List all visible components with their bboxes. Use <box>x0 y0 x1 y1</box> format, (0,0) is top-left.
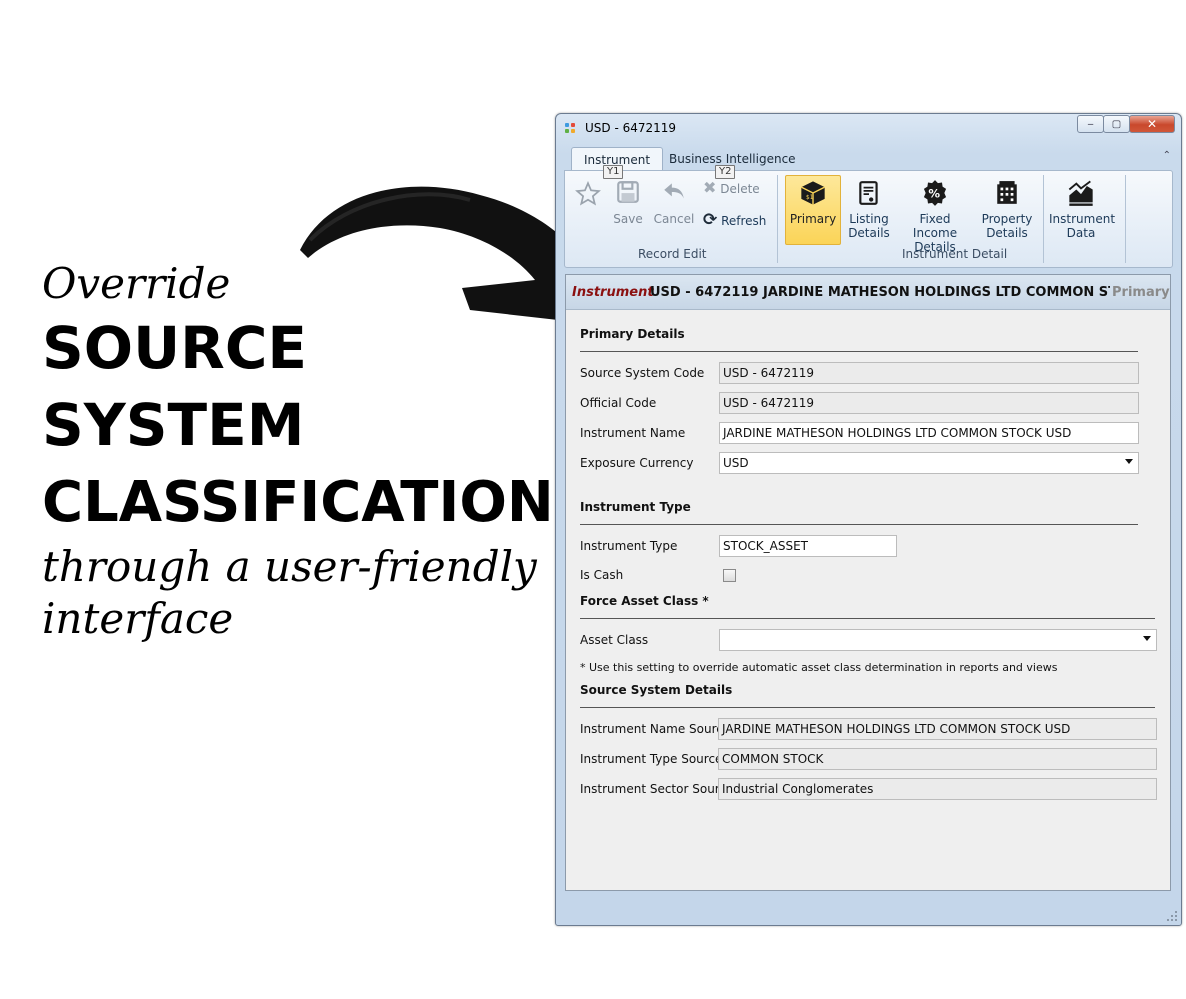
asset-class-select[interactable] <box>719 629 1157 651</box>
official-code-label: Official Code <box>580 396 657 410</box>
instrument-data-button[interactable]: Instrument Data <box>1049 179 1116 240</box>
instrument-name-source-field: JARDINE MATHESON HOLDINGS LTD COMMON STO… <box>718 718 1157 740</box>
source-system-code-field: USD - 6472119 <box>719 362 1139 384</box>
primary-button[interactable]: $1 Primary <box>785 179 841 226</box>
svg-text:$1: $1 <box>806 195 814 201</box>
ribbon-separator <box>1125 175 1126 263</box>
chevron-down-icon <box>1143 636 1151 641</box>
instrument-type-label: Instrument Type <box>580 539 678 553</box>
instrument-type-input[interactable]: STOCK_ASSET <box>719 535 897 557</box>
maximize-button[interactable]: ▢ <box>1103 115 1130 133</box>
instrument-sector-source-label: Instrument Sector Source <box>580 782 734 796</box>
delete-button[interactable]: ✖ Delete <box>703 178 761 197</box>
x-icon: ✖ <box>703 178 717 197</box>
window-controls: ‒ ▢ ✕ <box>1077 115 1175 133</box>
exposure-currency-label: Exposure Currency <box>580 456 694 470</box>
app-window: USD - 6472119 ‒ ▢ ✕ Instrument Business … <box>555 113 1182 926</box>
box-icon: $1 <box>801 181 825 205</box>
minimize-button[interactable]: ‒ <box>1077 115 1104 133</box>
section-source-system-details: Source System Details <box>580 683 733 697</box>
section-primary-details: Primary Details <box>580 327 685 341</box>
ribbon-separator <box>1043 175 1044 263</box>
divider <box>580 524 1138 525</box>
title-bar[interactable]: USD - 6472119 ‒ ▢ ✕ <box>556 114 1181 142</box>
instrument-type-source-label: Instrument Type Source <box>580 752 723 766</box>
divider <box>580 351 1138 352</box>
keytip-y2: Y2 <box>715 165 736 179</box>
divider <box>580 707 1155 708</box>
is-cash-checkbox[interactable] <box>723 569 736 582</box>
promo-line-classification: CLASSIFICATION <box>42 470 554 535</box>
property-details-button[interactable]: Property Details <box>977 179 1037 240</box>
ribbon: Y1 Y2 Save Cancel ✖ Delete ⟳ Refresh Rec… <box>564 165 1173 268</box>
svg-text:%: % <box>928 187 940 201</box>
listing-details-button[interactable]: Listing Details <box>846 179 892 240</box>
instrument-name-source-label: Instrument Name Source <box>580 722 731 736</box>
section-force-asset-class: Force Asset Class * <box>580 594 709 608</box>
is-cash-label: Is Cash <box>580 568 624 582</box>
exposure-currency-value: USD <box>723 456 749 470</box>
promo-line-interface: interface <box>42 594 234 643</box>
undo-arrow-icon <box>664 183 684 199</box>
resize-grip-icon[interactable] <box>1167 911 1177 921</box>
section-instrument-type: Instrument Type <box>580 500 691 514</box>
instrument-type-source-field: COMMON STOCK <box>718 748 1157 770</box>
listing-label-1: Listing <box>849 212 889 226</box>
star-icon <box>575 180 601 206</box>
ribbon-separator <box>777 175 778 263</box>
source-system-code-label: Source System Code <box>580 366 705 380</box>
ribbon-collapse-icon[interactable]: ⌃ <box>1163 150 1171 161</box>
record-kind: Instrument <box>572 285 654 300</box>
instrument-sector-source-field: Industrial Conglomerates <box>718 778 1157 800</box>
chevron-down-icon <box>1125 459 1133 464</box>
refresh-label: Refresh <box>721 214 767 228</box>
close-button[interactable]: ✕ <box>1129 115 1175 133</box>
instrument-data-label-2: Data <box>1066 226 1096 240</box>
listing-label-2: Details <box>848 226 890 240</box>
document-icon <box>859 181 878 205</box>
keytip-y1: Y1 <box>603 165 624 179</box>
asset-class-note: * Use this setting to override automatic… <box>580 661 1058 674</box>
favorite-button[interactable] <box>575 180 601 209</box>
property-label-1: Property <box>981 212 1033 226</box>
divider <box>580 618 1155 619</box>
promo-line-through: through a user-friendly <box>42 542 537 591</box>
asset-class-label: Asset Class <box>580 633 649 647</box>
building-icon <box>997 181 1017 204</box>
fixed-income-details-button[interactable]: % Fixed Income Details <box>897 179 973 254</box>
delete-label: Delete <box>720 182 760 196</box>
record-name: USD - 6472119 JARDINE MATHESON HOLDINGS … <box>650 285 1110 300</box>
fixed-income-label-1: Fixed Income <box>912 212 958 240</box>
refresh-icon: ⟳ <box>703 210 718 230</box>
save-label: Save <box>613 212 643 226</box>
instrument-name-label: Instrument Name <box>580 426 686 440</box>
record-header: Instrument USD - 6472119 JARDINE MATHESO… <box>566 275 1170 310</box>
save-button[interactable]: Save <box>610 179 646 226</box>
record-tab[interactable]: Primary <box>1112 285 1170 300</box>
instrument-name-input[interactable]: JARDINE MATHESON HOLDINGS LTD COMMON STO… <box>719 422 1139 444</box>
content-pane: Instrument USD - 6472119 JARDINE MATHESO… <box>565 274 1171 891</box>
refresh-button[interactable]: ⟳ Refresh <box>703 210 767 230</box>
property-label-2: Details <box>986 226 1028 240</box>
group-label-instrument-detail: Instrument Detail <box>902 247 1008 261</box>
cancel-button[interactable]: Cancel <box>651 179 697 226</box>
ribbon-tabs: Instrument Business Intelligence ⌃ <box>570 144 1173 171</box>
floppy-disk-icon <box>617 181 639 203</box>
area-chart-icon <box>1068 180 1093 206</box>
cancel-label: Cancel <box>653 212 695 226</box>
status-bar <box>556 895 1181 925</box>
instrument-data-label-1: Instrument <box>1049 212 1116 226</box>
exposure-currency-select[interactable]: USD <box>719 452 1139 474</box>
percent-badge-icon: % <box>923 180 947 206</box>
official-code-field: USD - 6472119 <box>719 392 1139 414</box>
app-icon <box>565 123 577 135</box>
promo-line-system: SYSTEM <box>42 391 305 459</box>
primary-label: Primary <box>789 212 837 226</box>
group-label-record-edit: Record Edit <box>638 247 707 261</box>
window-title: USD - 6472119 <box>585 121 677 135</box>
